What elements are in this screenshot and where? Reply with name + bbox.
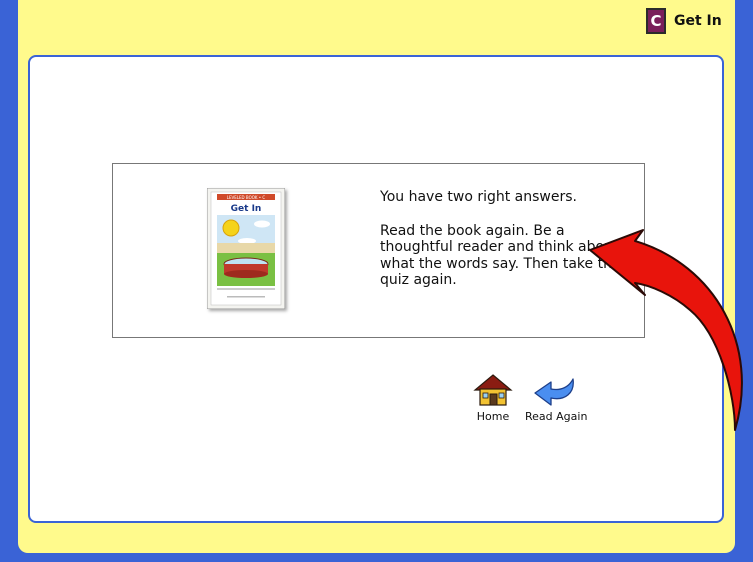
curved-arrow-icon — [589, 229, 743, 431]
book-title: Get In — [674, 13, 722, 29]
cover-title: Get In — [231, 204, 262, 214]
cover-banner-text: LEVELED BOOK • C — [227, 195, 266, 200]
read-again-label: Read Again — [525, 410, 588, 423]
book-cover-image: LEVELED BOOK • C Get In — [206, 187, 286, 310]
home-button[interactable]: Home — [473, 373, 513, 423]
book-cover: LEVELED BOOK • C Get In — [206, 187, 286, 310]
feedback-score: You have two right answers. — [380, 189, 577, 205]
level-badge: C — [646, 8, 666, 34]
return-arrow-icon — [534, 378, 575, 406]
home-label: Home — [476, 410, 510, 423]
house-icon — [473, 374, 513, 406]
header-title: C Get In — [646, 6, 722, 36]
read-again-button[interactable]: Read Again — [525, 375, 587, 423]
